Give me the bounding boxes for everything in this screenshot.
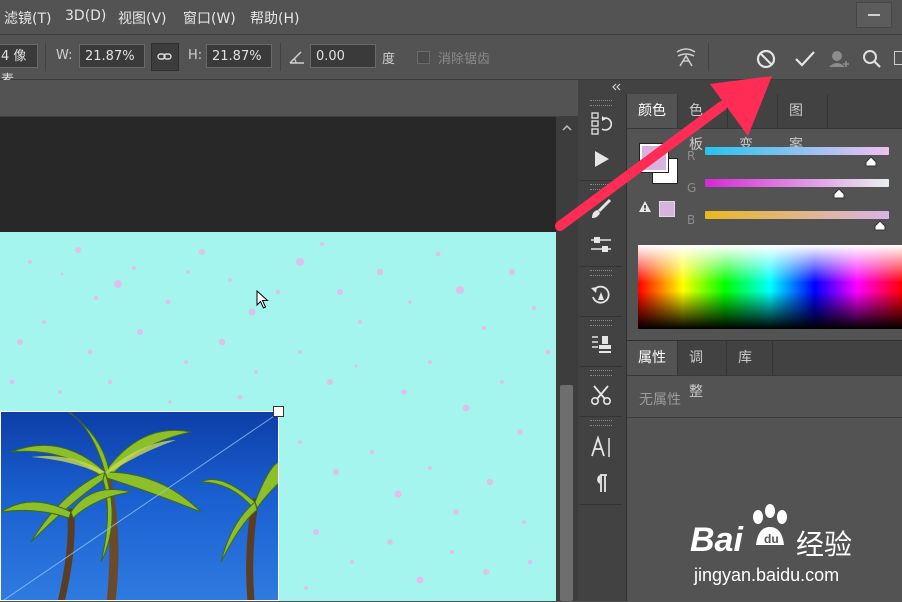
divider	[45, 43, 46, 71]
tab-properties[interactable]: 属性	[627, 341, 678, 375]
red-arrow-annotation	[555, 76, 772, 231]
grip[interactable]	[590, 420, 612, 426]
grip[interactable]	[590, 320, 612, 326]
antialias-label: 消除锯齿	[438, 52, 491, 67]
menu-help[interactable]: 帮助(H)	[250, 8, 299, 28]
menu-view[interactable]: 视图(V)	[118, 8, 167, 28]
divider	[580, 266, 622, 267]
width-label: W:	[56, 48, 73, 63]
divider	[580, 504, 622, 505]
document-tab-bar	[0, 80, 578, 117]
grip[interactable]	[590, 370, 612, 376]
divider	[580, 416, 622, 417]
tab-libraries[interactable]: 库	[727, 341, 773, 375]
grip[interactable]	[590, 270, 612, 276]
reference-point-field[interactable]: 4 像素	[0, 44, 38, 88]
watermark-brand: Bai	[690, 521, 743, 559]
warp-icon[interactable]	[674, 46, 698, 68]
commit-icon[interactable]	[793, 48, 817, 70]
workspace-icon[interactable]	[894, 51, 902, 65]
minimize-icon	[868, 14, 880, 16]
divider	[580, 366, 622, 367]
watermark-url: jingyan.baidu.com	[694, 565, 840, 585]
no-properties-text: 无属性	[639, 392, 681, 408]
menu-3d[interactable]: 3D(D)	[65, 8, 106, 24]
antialias-checkbox[interactable]	[417, 51, 430, 64]
baidu-watermark: Bai du 经验 jingyan.baidu.com	[690, 503, 902, 601]
palm-tree-image[interactable]	[0, 411, 279, 601]
paragraph-icon[interactable]	[580, 468, 622, 498]
link-button[interactable]	[151, 43, 179, 71]
divider	[627, 417, 902, 418]
pasteboard	[0, 117, 556, 232]
stamp-icon[interactable]	[580, 330, 622, 360]
transform-handle[interactable]	[273, 406, 284, 417]
angle-input[interactable]: 0.00	[310, 44, 376, 68]
menu-filter[interactable]: 滤镜(T)	[4, 8, 51, 28]
color-spectrum[interactable]	[638, 245, 902, 329]
tab-adjustments[interactable]: 调整	[678, 341, 727, 400]
rotate-icon[interactable]	[580, 280, 622, 310]
angle-icon	[289, 51, 304, 64]
canvas[interactable]	[0, 232, 556, 601]
content-aware-icon[interactable]	[826, 47, 850, 71]
palm-tree-illustration	[1, 412, 278, 600]
properties-panel-tabs: 属性 调整 库	[627, 341, 902, 400]
width-input[interactable]: 21.87%	[79, 44, 145, 68]
watermark-suffix: 经验	[796, 529, 853, 560]
scissors-icon[interactable]	[580, 380, 622, 410]
baidu-paw-logo: du	[753, 504, 787, 546]
link-icon	[157, 53, 172, 60]
divider	[280, 43, 281, 71]
menu-bar: 滤镜(T) 3D(D) 视图(V) 窗口(W) 帮助(H)	[0, 0, 902, 35]
text-tool-icon[interactable]	[580, 432, 622, 462]
svg-text:du: du	[764, 532, 779, 546]
menu-window[interactable]: 窗口(W)	[183, 8, 236, 28]
minimize-button[interactable]	[856, 2, 892, 28]
mouse-cursor-icon	[256, 290, 269, 309]
angle-unit: 度	[382, 52, 396, 67]
scrollbar-thumb[interactable]	[560, 385, 573, 601]
height-input[interactable]: 21.87%	[206, 44, 272, 68]
divider	[580, 316, 622, 317]
search-icon[interactable]	[861, 48, 883, 70]
height-label: H:	[188, 48, 203, 63]
